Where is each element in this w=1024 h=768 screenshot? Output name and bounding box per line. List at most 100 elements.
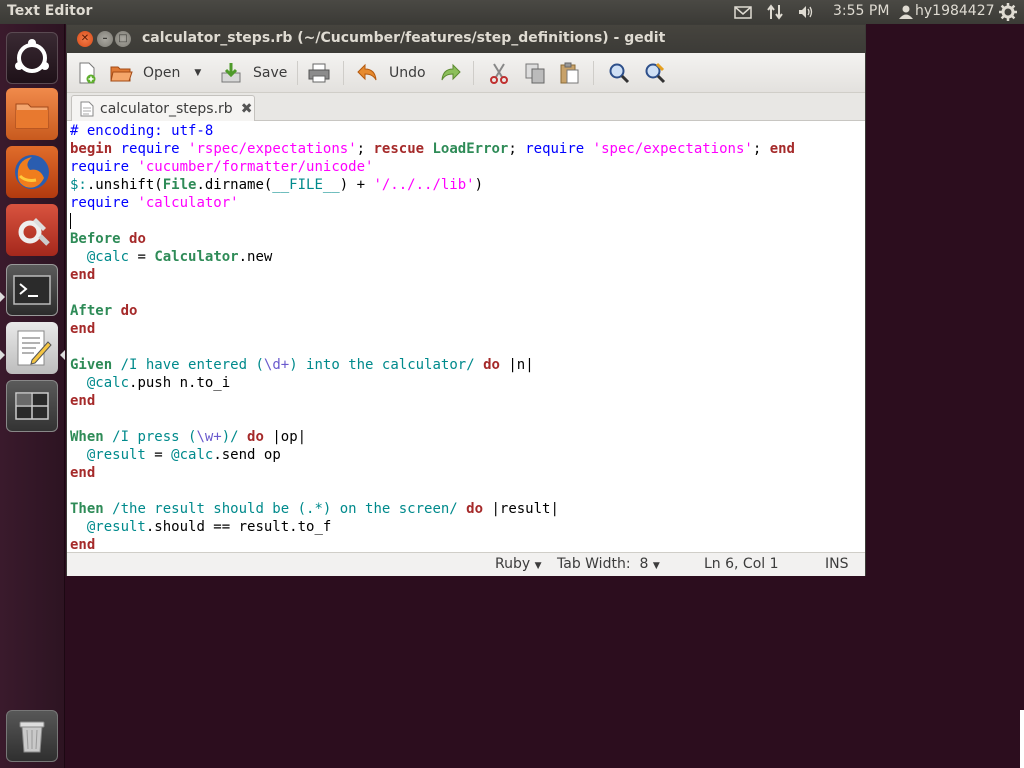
- code-line: @calc = Calculator.new: [70, 248, 862, 266]
- text-editor-icon[interactable]: [6, 322, 58, 374]
- code-token: ;: [356, 141, 374, 157]
- copy-button[interactable]: [523, 59, 547, 87]
- print-button[interactable]: [307, 59, 331, 87]
- window-title: calculator_steps.rb (~/Cucumber/features…: [142, 30, 666, 46]
- terminal-icon[interactable]: [6, 264, 58, 316]
- user-icon[interactable]: [897, 4, 915, 20]
- code-token: @result: [86, 519, 146, 535]
- code-token: \d+: [263, 357, 290, 373]
- code-line: @result = @calc.send op: [70, 446, 862, 464]
- language-label: Ruby: [495, 556, 531, 572]
- code-line: # encoding: utf-8: [70, 122, 862, 140]
- print-icon: [308, 63, 330, 83]
- save-label: Save: [253, 65, 288, 81]
- code-line: When /I press (\w+)/ do |op|: [70, 428, 862, 446]
- undo-button[interactable]: Undo: [355, 59, 426, 87]
- undo-icon: [357, 63, 377, 81]
- code-token: end: [70, 267, 96, 283]
- tab-width-dropdown-icon: ▼: [652, 561, 660, 571]
- settings-icon[interactable]: [6, 204, 58, 256]
- save-icon: [221, 63, 241, 83]
- new-document-button[interactable]: [75, 59, 99, 87]
- code-token: |result|: [483, 501, 559, 517]
- code-token: # encoding: utf-8: [70, 123, 214, 139]
- tab-calculator-steps[interactable]: calculator_steps.rb ✖: [71, 95, 255, 121]
- paste-button[interactable]: [557, 59, 581, 87]
- code-token: begin: [70, 141, 113, 157]
- code-line: begin require 'rspec/expectations'; resc…: [70, 140, 862, 158]
- toolbar-separator: [343, 61, 344, 85]
- ubuntu-home-icon[interactable]: [6, 32, 58, 84]
- code-token: end: [70, 321, 96, 337]
- language-selector[interactable]: Ruby ▼: [495, 556, 542, 572]
- code-token: @calc: [86, 249, 130, 265]
- trash-icon[interactable]: [6, 710, 58, 762]
- code-token: do: [129, 231, 146, 247]
- tab-close-icon[interactable]: ✖: [241, 101, 253, 117]
- code-line: @calc.push n.to_i: [70, 374, 862, 392]
- code-token: .should == result.to_f: [145, 519, 332, 535]
- code-line: Then /the result should be (.*) on the s…: [70, 500, 862, 518]
- code-token: ) into the calculator/: [289, 357, 475, 373]
- clock[interactable]: 3:55 PM: [833, 3, 889, 19]
- firefox-icon[interactable]: [6, 146, 58, 198]
- cursor-position: Ln 6, Col 1: [704, 556, 779, 572]
- open-folder-icon: [110, 66, 133, 82]
- close-button[interactable]: ✕: [77, 31, 93, 47]
- code-token: ;: [508, 141, 526, 157]
- code-token: ) +: [339, 177, 374, 193]
- find-replace-button[interactable]: [643, 59, 667, 87]
- code-token: |op|: [263, 429, 307, 445]
- redo-button[interactable]: [439, 59, 463, 87]
- search-icon: [609, 63, 630, 84]
- open-dropdown-arrow-icon[interactable]: ▼: [194, 68, 201, 78]
- gear-icon[interactable]: [999, 3, 1017, 21]
- tab-width-label: Tab Width: 8: [557, 556, 649, 572]
- code-token: require: [525, 141, 585, 157]
- volume-icon[interactable]: [797, 4, 815, 20]
- undo-label: Undo: [389, 65, 426, 81]
- maximize-button[interactable]: □: [115, 31, 131, 47]
- code-token: =: [129, 249, 155, 265]
- gedit-window: ✕ – □ calculator_steps.rb (~/Cucumber/fe…: [66, 24, 866, 576]
- title-bar[interactable]: ✕ – □ calculator_steps.rb (~/Cucumber/fe…: [67, 25, 865, 53]
- code-editor[interactable]: # encoding: utf-8 begin require 'rspec/ex…: [67, 121, 865, 552]
- toolbar-separator: [473, 61, 474, 85]
- code-token: rescue: [373, 141, 425, 157]
- files-icon[interactable]: [6, 88, 58, 140]
- search-replace-icon: [645, 62, 666, 84]
- tab-bar: calculator_steps.rb ✖: [67, 93, 865, 121]
- open-label: Open: [143, 65, 181, 81]
- workspace-switcher-icon[interactable]: [6, 380, 58, 432]
- code-token: 'calculator': [137, 195, 239, 211]
- save-button[interactable]: Save: [219, 59, 287, 87]
- network-arrows-icon[interactable]: [766, 4, 784, 20]
- launcher: [0, 24, 65, 768]
- code-token: end: [70, 393, 96, 409]
- code-line: [70, 212, 862, 230]
- user-name[interactable]: hy1984427: [915, 3, 995, 19]
- language-dropdown-icon: ▼: [534, 561, 542, 571]
- tab-width-selector[interactable]: Tab Width: 8 ▼: [557, 556, 660, 572]
- code-token: end: [70, 465, 96, 481]
- cut-button[interactable]: [487, 59, 511, 87]
- insert-mode: INS: [825, 556, 849, 572]
- code-line: end: [70, 536, 862, 552]
- find-button[interactable]: [607, 59, 631, 87]
- mail-icon[interactable]: [734, 4, 752, 20]
- code-line: end: [70, 464, 862, 482]
- minimize-button[interactable]: –: [97, 31, 113, 47]
- open-button[interactable]: Open ▼: [109, 59, 201, 87]
- code-line: require 'cucumber/formatter/unicode': [70, 158, 862, 176]
